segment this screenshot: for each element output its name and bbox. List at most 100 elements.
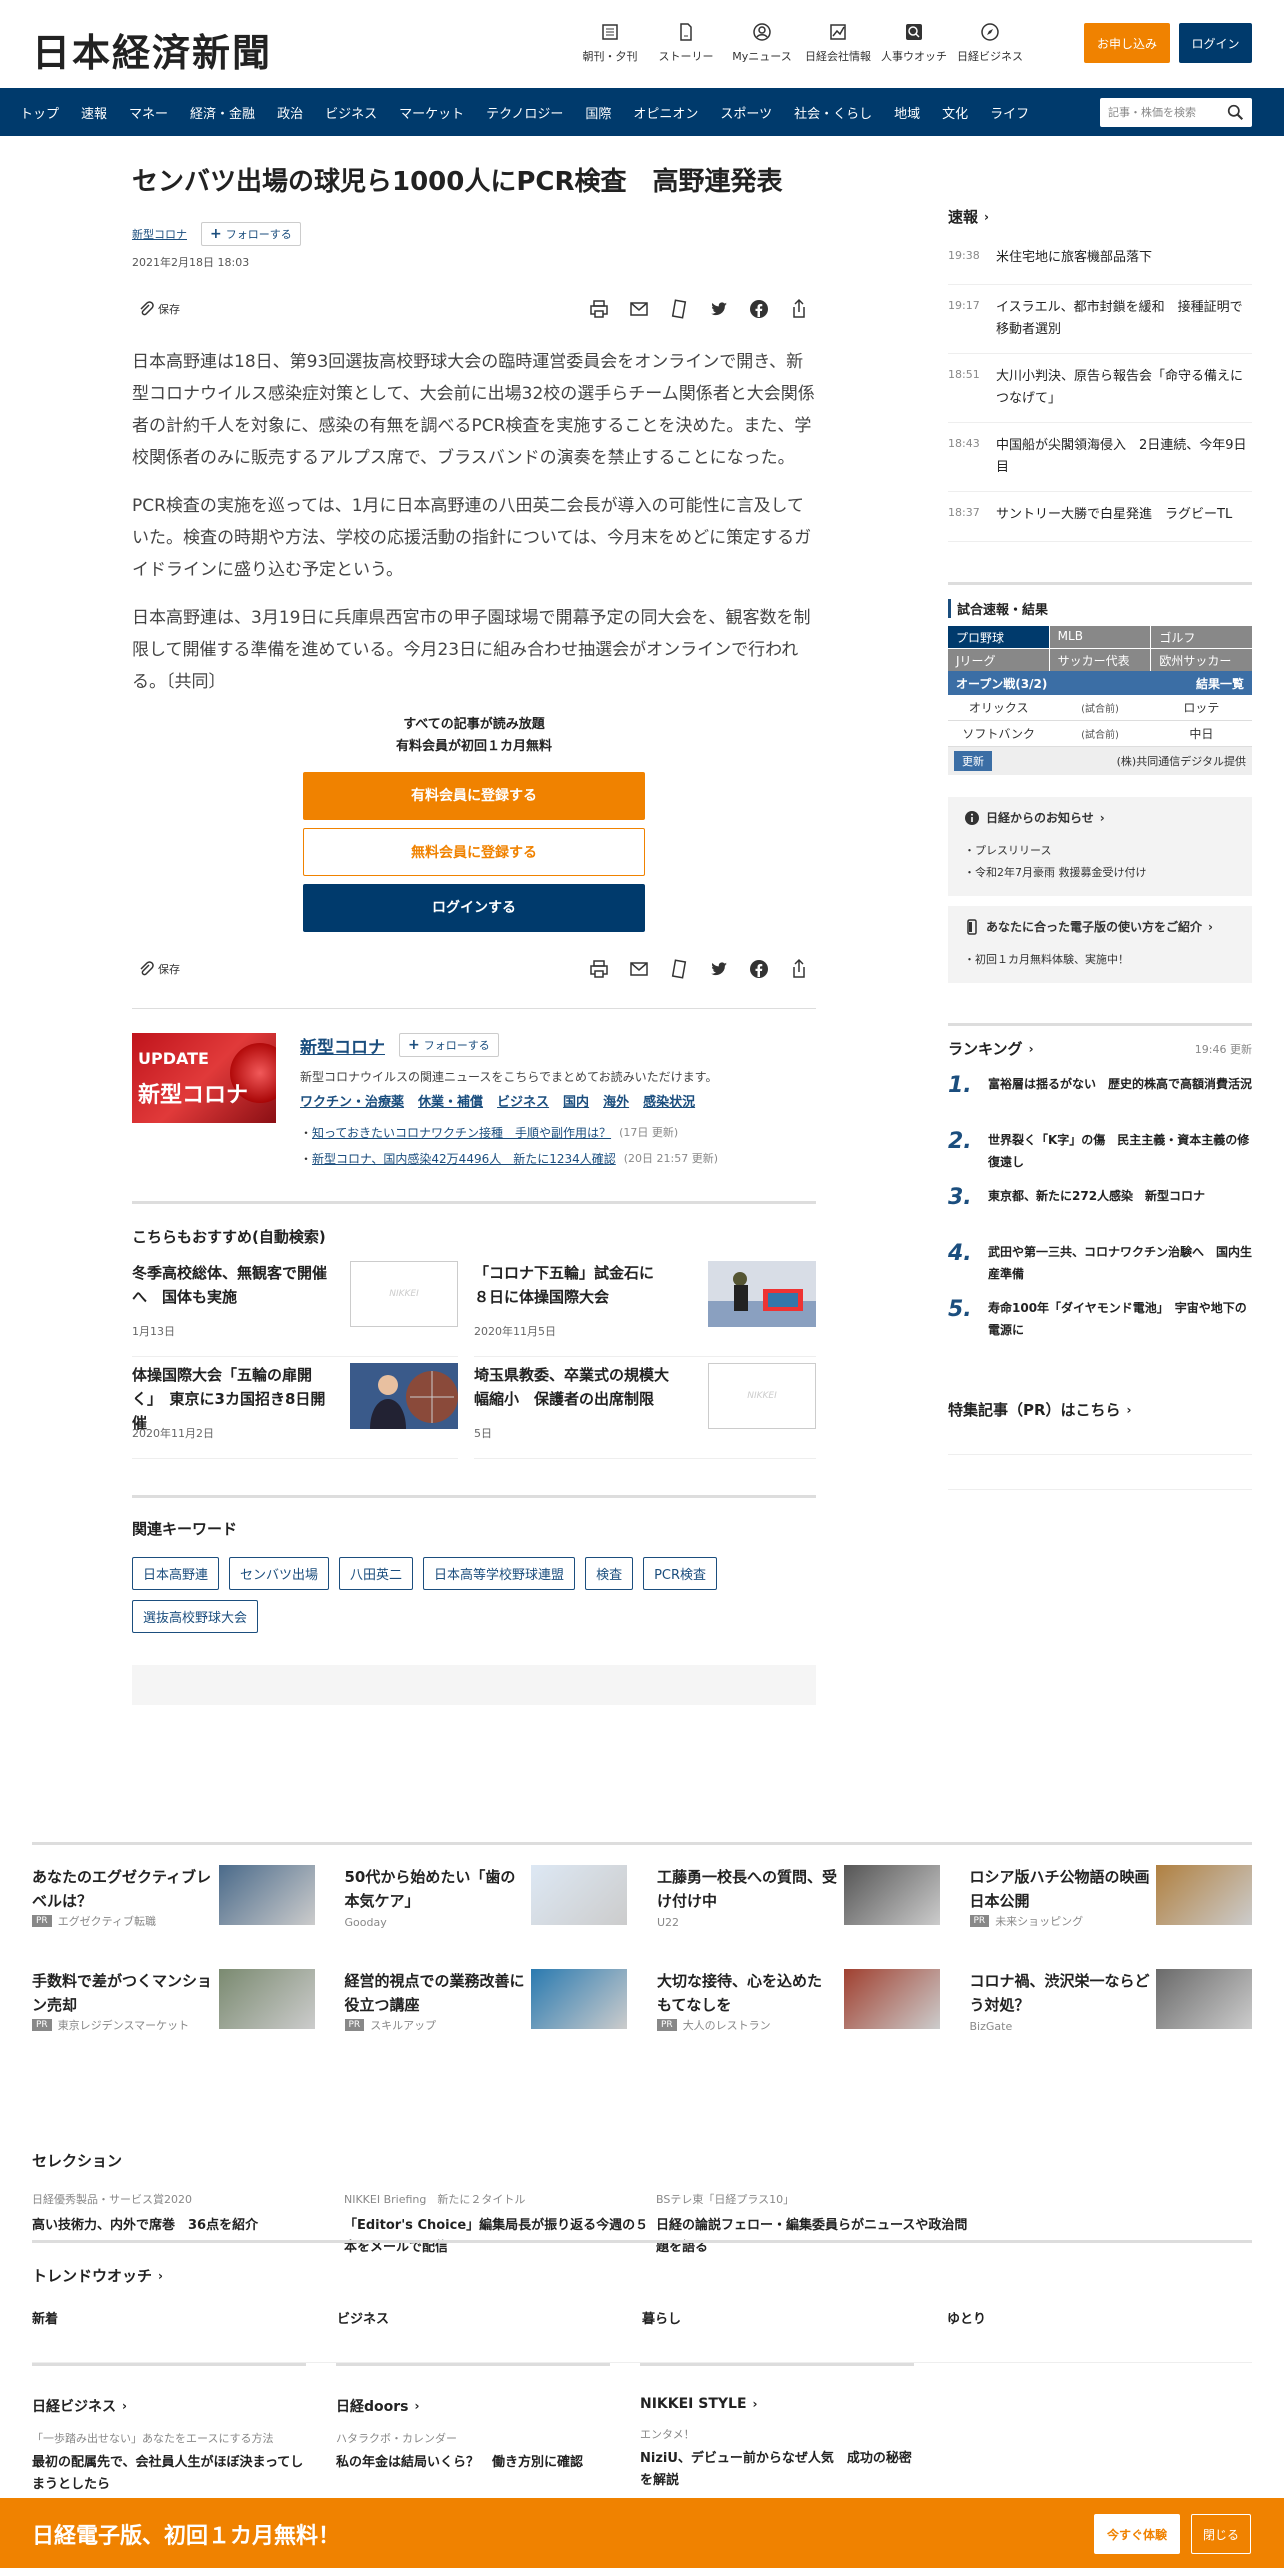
topic-follow-button[interactable]: + フォローする: [399, 1033, 499, 1058]
recommend-placeholder-image[interactable]: NIKKEI: [708, 1362, 816, 1429]
ad-title[interactable]: 50代から始めたい「歯の本気ケア」: [345, 1865, 525, 1913]
recommend-image[interactable]: [708, 1260, 816, 1327]
flash-text[interactable]: イスラエル、都市封鎖を緩和 接種証明で移動者選別: [996, 297, 1252, 341]
ranking-text[interactable]: 武田や第一三共、コロナワクチン治験へ 国内生産準備: [988, 1241, 1252, 1283]
score-tab[interactable]: MLB: [1049, 626, 1151, 648]
facebook-icon[interactable]: [748, 958, 770, 980]
print-icon[interactable]: [588, 958, 610, 980]
save-button[interactable]: 保存: [138, 961, 180, 977]
ad-title[interactable]: コロナ禍、渋沢栄一ならどう対処？: [970, 1969, 1150, 2017]
score-tab[interactable]: Jリーグ: [948, 649, 1049, 671]
score-tab[interactable]: プロ野球: [948, 626, 1049, 648]
recommend-item[interactable]: 冬季高校総体、無観客で開催へ 国体も実施 1月13日 NIKKEI: [132, 1260, 458, 1357]
topic-key-link[interactable]: 休業・補償: [418, 1091, 483, 1110]
ranking-text[interactable]: 世界裂く「K字」の傷 民主主義・資本主義の修復遠し: [988, 1129, 1252, 1171]
score-row[interactable]: ソフトバンク (試合前) 中日: [948, 721, 1252, 747]
flash-item[interactable]: 18:43 中国船が尖閣領海侵入 2日連続、今年9日目: [948, 423, 1252, 492]
results-link[interactable]: 結果一覧: [1196, 675, 1244, 692]
trend-tab[interactable]: 暮らし: [642, 2308, 947, 2327]
recommend-image[interactable]: [350, 1362, 458, 1429]
score-tab[interactable]: ゴルフ: [1151, 626, 1252, 648]
media-heading[interactable]: NIKKEI STYLE ›: [640, 2396, 914, 2412]
media-title[interactable]: 最初の配属先で、会社員人生がほぼ決まってしまうとしたら: [32, 2452, 306, 2496]
ad-item[interactable]: ロシア版ハチ公物語の映画日本公開 PR 未来ショッピング: [969, 1865, 1252, 1951]
nav-item[interactable]: 政治: [277, 103, 303, 122]
topic-news-link[interactable]: 知っておきたいコロナワクチン接種 手順や副作用は？: [312, 1120, 611, 1146]
ad-image[interactable]: [843, 1969, 940, 2029]
mail-icon[interactable]: [628, 298, 650, 320]
nav-item[interactable]: 社会・くらし: [794, 103, 872, 122]
ranking-heading[interactable]: ランキング ›: [948, 1038, 1034, 1059]
flash-item[interactable]: 19:17 イスラエル、都市封鎖を緩和 接種証明で移動者選別: [948, 285, 1252, 354]
ad-image[interactable]: [1156, 1969, 1252, 2029]
topic-news-link[interactable]: 新型コロナ、国内感染42万4496人 新たに1234人確認: [312, 1146, 616, 1172]
login-button[interactable]: ログイン: [1179, 23, 1252, 63]
topic-key-link[interactable]: 国内: [563, 1091, 589, 1110]
nav-item[interactable]: ビジネス: [325, 103, 377, 122]
ranking-text[interactable]: 富裕層は揺るがない 歴史的株高で高額消費活況: [988, 1073, 1252, 1115]
mail-icon[interactable]: [628, 958, 650, 980]
follow-button[interactable]: + フォローする: [201, 221, 301, 246]
score-row[interactable]: オリックス (試合前) ロッテ: [948, 695, 1252, 721]
print-icon[interactable]: [588, 298, 610, 320]
selection-title[interactable]: 高い技術力、内外で席巻 36点を紹介: [32, 2215, 344, 2237]
guide-item[interactable]: 初回１カ月無料体験、実施中！: [964, 949, 1236, 971]
score-tab[interactable]: サッカー代表: [1049, 649, 1151, 671]
header-tool-jinji[interactable]: 人事ウオッチ: [876, 22, 952, 64]
clip-article-icon[interactable]: [668, 298, 690, 320]
twitter-icon[interactable]: [708, 958, 730, 980]
topic-key-link[interactable]: ワクチン・治療薬: [300, 1091, 404, 1110]
flash-text[interactable]: 中国船が尖閣領海侵入 2日連続、今年9日目: [996, 435, 1252, 479]
header-tool-company[interactable]: 日経会社情報: [800, 22, 876, 64]
nav-item[interactable]: オピニオン: [633, 103, 698, 122]
nav-item[interactable]: スポーツ: [720, 103, 772, 122]
ad-item[interactable]: 大切な接待、心を込めたもてなしを PR 大人のレストラン: [657, 1969, 940, 2055]
ad-item[interactable]: 工藤勇一校長への質問、受け付け中 U22: [657, 1865, 940, 1951]
ad-item[interactable]: 50代から始めたい「歯の本気ケア」 Gooday: [345, 1865, 627, 1951]
ad-item[interactable]: あなたのエグゼクティブレベルは？ PR エグゼクティブ転職: [32, 1865, 315, 1951]
recommend-title[interactable]: 冬季高校総体、無観客で開催へ 国体も実施: [132, 1261, 332, 1309]
ranking-text[interactable]: 寿命100年「ダイヤモンド電池」 宇宙や地下の電源に: [988, 1297, 1252, 1339]
ranking-item[interactable]: 5. 寿命100年「ダイヤモンド電池」 宇宙や地下の電源に: [948, 1297, 1252, 1339]
recommend-title[interactable]: 「コロナ下五輪」試金石に ８日に体操国際大会: [474, 1261, 674, 1309]
topic-link[interactable]: 新型コロナ: [132, 226, 187, 242]
ranking-item[interactable]: 4. 武田や第一三共、コロナワクチン治験へ 国内生産準備: [948, 1241, 1252, 1283]
ad-image[interactable]: [1156, 1865, 1252, 1925]
flash-item[interactable]: 19:38 米住宅地に旅客機部品落下: [948, 235, 1252, 285]
nav-item[interactable]: 経済・金融: [190, 103, 255, 122]
site-logo[interactable]: 日本経済新聞: [32, 22, 272, 77]
guide-heading[interactable]: あなたに合った電子版の使い方をご紹介 ›: [964, 918, 1236, 935]
ad-title[interactable]: 工藤勇一校長への質問、受け付け中: [657, 1865, 837, 1913]
keyword-tag[interactable]: 日本高等学校野球連盟: [423, 1556, 576, 1590]
facebook-icon[interactable]: [748, 298, 770, 320]
recommend-item[interactable]: 体操国際大会「五輪の扉開く」 東京に3カ国招き8日開催 2020年11月2日: [132, 1362, 458, 1459]
media-title[interactable]: 私の年金は結局いくら？ 働き方別に確認: [336, 2452, 610, 2474]
close-banner-button[interactable]: 閉じる: [1191, 2514, 1251, 2554]
flash-text[interactable]: 米住宅地に旅客機部品落下: [996, 247, 1152, 272]
nav-item[interactable]: ライフ: [990, 103, 1029, 122]
share-icon[interactable]: [788, 958, 810, 980]
update-button[interactable]: 更新: [954, 751, 992, 771]
ad-item[interactable]: 手数料で差がつくマンション売却 PR 東京レジデンスマーケット: [32, 1969, 315, 2055]
keyword-tag[interactable]: 八田英二: [339, 1556, 414, 1590]
ad-title[interactable]: 経営的視点での業務改善に役立つ講座: [345, 1969, 525, 2017]
ad-image[interactable]: [843, 1865, 940, 1925]
topic-key-link[interactable]: 感染状況: [643, 1091, 695, 1110]
recommend-title[interactable]: 埼玉県教委、卒業式の規模大幅縮小 保護者の出席制限: [474, 1363, 674, 1411]
keyword-tag[interactable]: 検査: [585, 1556, 634, 1590]
flash-item[interactable]: 18:51 大川小判決、原告ら報告会「命守る備えにつなげて」: [948, 354, 1252, 423]
paywall-login-button[interactable]: ログインする: [303, 883, 645, 932]
notice-item[interactable]: プレスリリース: [964, 840, 1236, 862]
notice-item[interactable]: 令和2年7月豪雨 救援募金受け付け: [964, 862, 1236, 884]
ad-title[interactable]: 手数料で差がつくマンション売却: [32, 1969, 212, 2017]
register-paid-button[interactable]: 有料会員に登録する: [303, 771, 645, 820]
ad-item[interactable]: 経営的視点での業務改善に役立つ講座 PR スキルアップ: [344, 1969, 627, 2055]
header-tool-story[interactable]: ストーリー: [648, 22, 724, 64]
keyword-tag[interactable]: 日本高野連: [132, 1556, 220, 1590]
header-tool-business[interactable]: 日経ビジネス: [952, 22, 1028, 64]
recommend-item[interactable]: 埼玉県教委、卒業式の規模大幅縮小 保護者の出席制限 5日 NIKKEI: [474, 1362, 816, 1459]
nav-item[interactable]: マーケット: [399, 103, 464, 122]
search-input[interactable]: [1108, 106, 1218, 119]
register-free-button[interactable]: 無料会員に登録する: [303, 827, 645, 876]
topic-name[interactable]: 新型コロナ: [300, 1033, 385, 1058]
